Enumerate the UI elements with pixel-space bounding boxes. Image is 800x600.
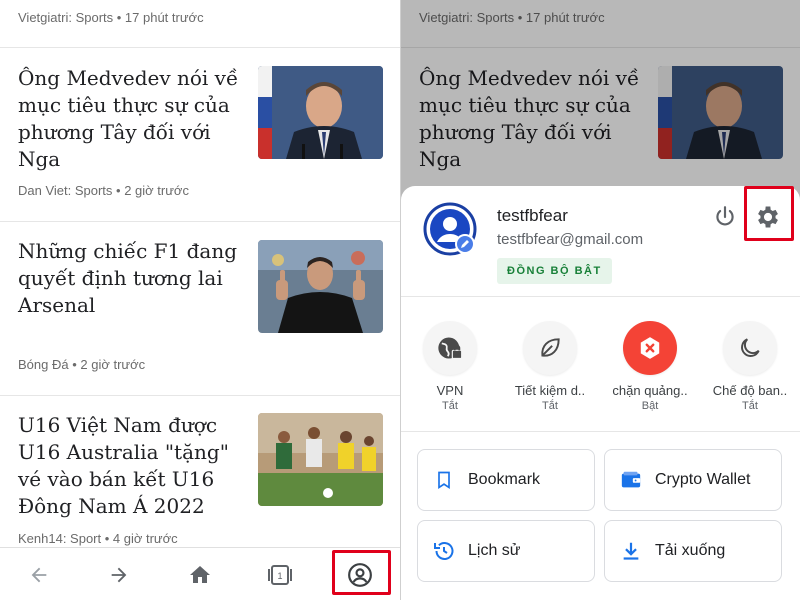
divider [401, 296, 800, 297]
quick-action-circle [723, 321, 777, 375]
article-thumbnail-arsenal[interactable] [258, 240, 383, 333]
profile-button-highlight [332, 550, 391, 595]
tab-count: 1 [277, 571, 282, 581]
quick-action-circle [523, 321, 577, 375]
quick-action-circle [423, 321, 477, 375]
moon-icon [741, 338, 760, 357]
history-icon [432, 539, 456, 563]
article-headline[interactable]: U16 Việt Nam được U16 Australia "tặng" v… [18, 412, 248, 520]
tile-label: Lịch sử [468, 542, 521, 559]
back-button[interactable] [22, 558, 56, 592]
home-button[interactable] [183, 558, 217, 592]
settings-button-highlight [744, 186, 794, 241]
sync-status-badge[interactable]: ĐỒNG BỘ BẬT [497, 258, 612, 284]
downloads-tile[interactable]: Tải xuống [604, 520, 782, 582]
dim-overlay[interactable] [401, 0, 800, 186]
tile-label: Bookmark [468, 471, 541, 488]
profile-bottom-sheet: testfbfear testfbfear@gmail.com ĐỒNG BỘ … [401, 186, 800, 600]
download-icon [619, 539, 643, 563]
avatar-icon [423, 202, 477, 256]
quick-action-state: Tắt [742, 400, 758, 412]
arrow-left-icon [31, 567, 47, 583]
account-email: testfbfear@gmail.com [497, 231, 644, 248]
article-headline[interactable]: Những chiếc F1 đang quyết định tương lai… [18, 238, 248, 319]
quick-action-data-saver[interactable]: Tiết kiệm d.. Tắt [505, 321, 595, 412]
quick-action-label: chặn quảng.. [612, 383, 688, 398]
profile-menu-panel: Vietgiatri: Sports • 17 phút trước Ông M… [401, 0, 800, 600]
arrow-right-icon [111, 567, 127, 583]
article-meta: Bóng Đá • 2 giờ trước [18, 357, 146, 372]
article-card[interactable]: Những chiếc F1 đang quyết định tương lai… [0, 222, 400, 395]
bookmark-icon [432, 468, 456, 492]
article-meta: Vietgiatri: Sports • 17 phút trước [18, 10, 204, 25]
quick-action-state: Tắt [542, 400, 558, 412]
quick-action-state: Tắt [442, 400, 458, 412]
quick-action-dark-mode[interactable]: Chế độ ban.. Tắt [705, 321, 795, 412]
home-icon [190, 566, 210, 583]
crypto-wallet-tile[interactable]: Crypto Wallet [604, 449, 782, 511]
tile-label: Crypto Wallet [655, 471, 751, 488]
avatar[interactable] [423, 202, 477, 256]
forward-button[interactable] [102, 558, 136, 592]
account-username: testfbfear [497, 206, 568, 225]
tile-label: Tải xuống [655, 542, 726, 559]
quick-action-label: Tiết kiệm d.. [514, 383, 586, 398]
news-feed-panel: Vietgiatri: Sports • 17 phút trước Ông M… [0, 0, 400, 600]
bookmark-tile[interactable]: Bookmark [417, 449, 595, 511]
logout-button[interactable] [712, 204, 738, 230]
ad-block-icon [640, 337, 660, 359]
divider [401, 431, 800, 432]
quick-action-vpn[interactable]: VPN Tắt [405, 321, 495, 412]
quick-action-label: VPN [436, 383, 464, 398]
power-icon [716, 206, 734, 226]
quick-action-ad-block[interactable]: chặn quảng.. Bật [605, 321, 695, 412]
article-thumbnail-football[interactable] [258, 413, 383, 506]
article-thumbnail-medvedev[interactable] [258, 66, 383, 159]
article-meta: Kenh14: Sport • 4 giờ trước [18, 531, 178, 546]
quick-action-circle [623, 321, 677, 375]
globe-lock-icon [438, 337, 463, 360]
tabs-icon: 1 [268, 565, 292, 585]
history-tile[interactable]: Lịch sử [417, 520, 595, 582]
article-headline[interactable]: Ông Medvedev nói về mục tiêu thực sự của… [18, 65, 248, 173]
quick-action-state: Bật [641, 400, 659, 412]
article-card[interactable]: U16 Việt Nam được U16 Australia "tặng" v… [0, 396, 400, 546]
tabs-button[interactable]: 1 [263, 558, 297, 592]
article-meta: Dan Viet: Sports • 2 giờ trước [18, 183, 189, 198]
article-card[interactable]: Ông Medvedev nói về mục tiêu thực sự của… [0, 48, 400, 221]
wallet-icon [619, 468, 643, 492]
leaf-icon [541, 338, 560, 357]
quick-action-label: Chế độ ban.. [712, 383, 788, 398]
